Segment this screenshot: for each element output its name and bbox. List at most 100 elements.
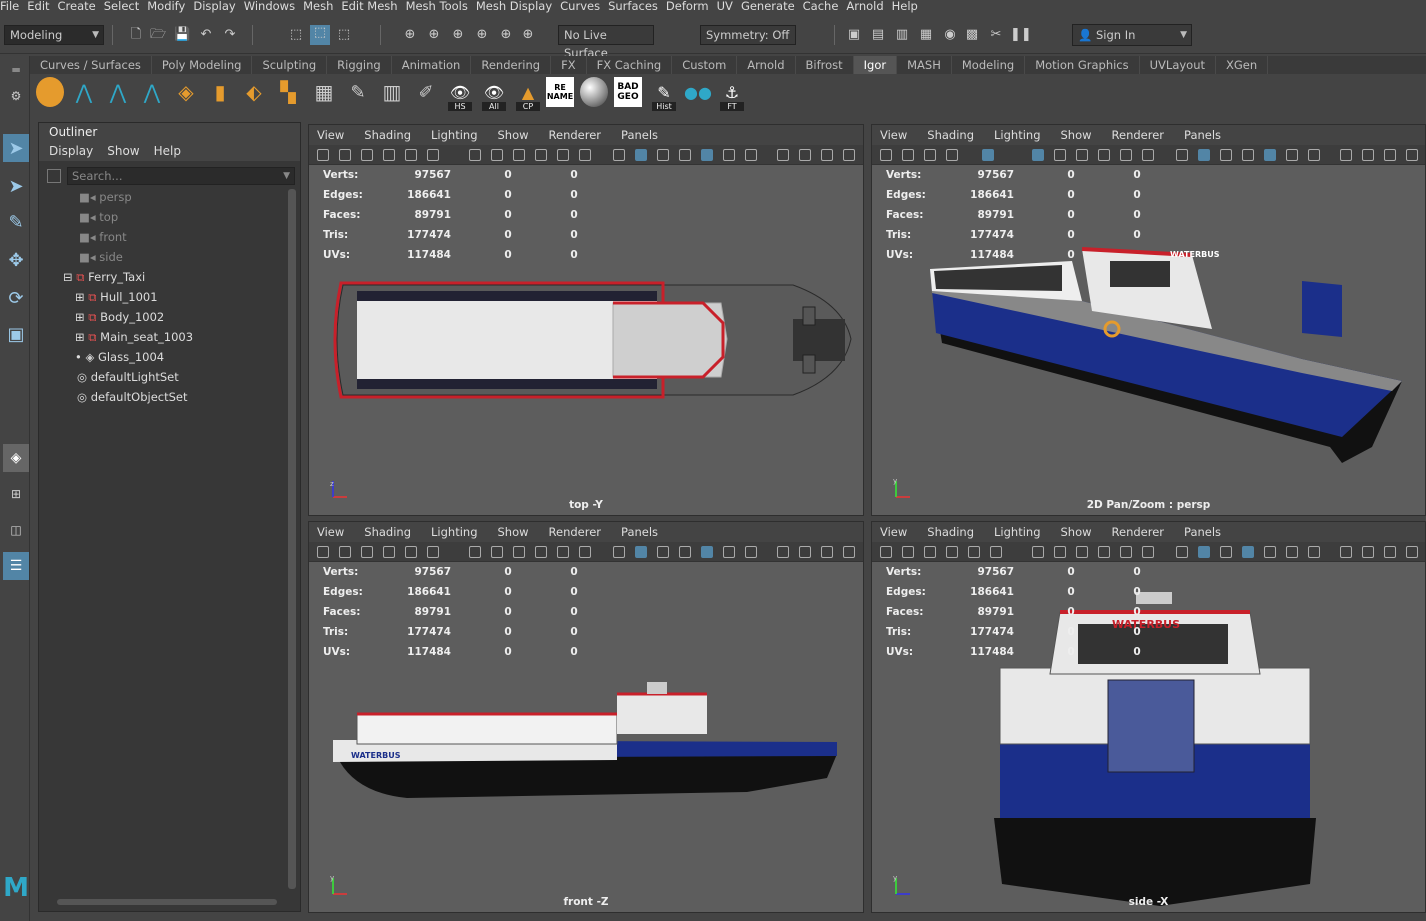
textured-icon[interactable] — [513, 546, 525, 558]
two-view-layout-icon[interactable]: ◫ — [3, 516, 29, 544]
snap-live-icon[interactable]: ⊕ — [520, 27, 536, 43]
tab-modeling[interactable]: Modeling — [952, 56, 1026, 74]
snap-curve-icon[interactable]: ⊕ — [426, 27, 442, 43]
render-sequence-icon[interactable]: ▤ — [870, 27, 886, 43]
outliner-horizontal-scrollbar[interactable] — [57, 899, 277, 905]
menu-file[interactable]: File — [0, 0, 27, 14]
ssao-icon[interactable] — [777, 149, 789, 161]
film-gate-icon[interactable] — [968, 546, 980, 558]
expand-icon[interactable]: ⊞ — [75, 290, 88, 304]
mode-dropdown[interactable]: Modeling ▼ — [4, 25, 104, 45]
tab-uvlayout[interactable]: UVLayout — [1140, 56, 1217, 74]
hs-eye-icon[interactable]: 👁 HS — [446, 77, 474, 111]
hypershade-icon[interactable]: ◉ — [942, 27, 958, 43]
menu-uv[interactable]: UV — [717, 0, 741, 14]
vp-menu-renderer[interactable]: Renderer — [1112, 125, 1165, 145]
vp-menu-panels[interactable]: Panels — [621, 522, 658, 542]
cp-icon[interactable]: ▲ CP — [514, 77, 542, 111]
camera-attr-icon[interactable] — [880, 149, 892, 161]
resolution-gate-icon[interactable] — [427, 546, 439, 558]
blocks-icon[interactable]: ▚ — [274, 77, 302, 107]
isolate-icon[interactable] — [1176, 546, 1188, 558]
tab-curves-surfaces[interactable]: Curves / Surfaces — [30, 56, 152, 74]
smooth-shade-icon[interactable] — [491, 546, 503, 558]
lights-icon[interactable] — [1098, 149, 1110, 161]
anti-alias-icon[interactable] — [1384, 546, 1396, 558]
expand-toolbar-icon[interactable] — [1406, 546, 1418, 558]
four-view-layout-icon[interactable]: ⊞ — [3, 480, 29, 508]
anti-alias-icon[interactable] — [821, 149, 833, 161]
vp-menu-lighting[interactable]: Lighting — [431, 125, 477, 145]
all-eye-icon[interactable]: 👁 All — [480, 77, 508, 111]
outliner-item-persp[interactable]: ■◂ persp — [79, 187, 132, 207]
collapse-icon[interactable]: ⊟ — [63, 270, 76, 284]
xray-joints-icon[interactable] — [657, 149, 669, 161]
tab-igor[interactable]: Igor — [853, 56, 898, 74]
vp-menu-lighting[interactable]: Lighting — [994, 125, 1040, 145]
wireframe-icon[interactable] — [469, 546, 481, 558]
vp-menu-show[interactable]: Show — [1061, 522, 1092, 542]
motion-blur-icon[interactable] — [1362, 546, 1374, 558]
viewport-persp[interactable]: View Shading Lighting Show Renderer Pane… — [871, 124, 1426, 516]
tab-bifrost[interactable]: Bifrost — [796, 56, 854, 74]
motion-blur-icon[interactable] — [799, 149, 811, 161]
tab-rendering[interactable]: Rendering — [471, 56, 552, 74]
isolate-icon[interactable] — [613, 149, 625, 161]
tab-xgen[interactable]: XGen — [1216, 56, 1269, 74]
smooth-shade-icon[interactable] — [1054, 149, 1066, 161]
default-lighting-icon[interactable] — [1286, 149, 1298, 161]
snap-view-icon[interactable]: ⊕ — [474, 27, 490, 43]
menu-help[interactable]: Help — [892, 0, 926, 14]
tab-fx[interactable]: FX — [551, 56, 587, 74]
hud-icon[interactable] — [745, 546, 757, 558]
backface-icon[interactable] — [679, 546, 691, 558]
ao-icon[interactable] — [579, 149, 591, 161]
wireframe-icon[interactable] — [469, 149, 481, 161]
ao-icon[interactable] — [579, 546, 591, 558]
plane-icon[interactable]: ⬖ — [240, 77, 268, 107]
outliner-item-side[interactable]: ■◂ side — [79, 247, 123, 267]
menu-edit-mesh[interactable]: Edit Mesh — [341, 0, 405, 14]
tab-sculpting[interactable]: Sculpting — [252, 56, 328, 74]
vp-menu-panels[interactable]: Panels — [621, 125, 658, 145]
hud-icon[interactable] — [745, 149, 757, 161]
render-settings-icon[interactable]: ▦ — [918, 27, 934, 43]
menu-create[interactable]: Create — [58, 0, 104, 14]
expand-toolbar-icon[interactable] — [1406, 149, 1418, 161]
outliner-item-hull[interactable]: ⊞ ⧉ Hull_1001 — [75, 287, 158, 307]
xray-joints-icon[interactable] — [1220, 546, 1232, 558]
tab-custom[interactable]: Custom — [672, 56, 738, 74]
tab-poly-modeling[interactable]: Poly Modeling — [152, 56, 253, 74]
ft-icon[interactable]: ⚓ FT — [718, 77, 746, 111]
paint-select-tool-icon[interactable]: ✎ — [3, 208, 29, 236]
rotate-tool-icon[interactable]: ⟳ — [3, 284, 29, 312]
bookmark-icon[interactable] — [902, 149, 914, 161]
menu-generate[interactable]: Generate — [741, 0, 803, 14]
shadows-icon[interactable] — [557, 546, 569, 558]
hud-icon[interactable] — [1308, 149, 1320, 161]
new-scene-icon[interactable]: 🗋 — [128, 27, 144, 43]
columns-icon[interactable]: ▥ — [378, 77, 406, 107]
live-surface-field[interactable]: No Live Surface — [558, 25, 654, 60]
select-object-icon[interactable]: ⬚ — [310, 25, 330, 45]
vp-menu-view[interactable]: View — [880, 522, 907, 542]
ssao-icon[interactable] — [1340, 546, 1352, 558]
image-plane-icon[interactable] — [924, 149, 936, 161]
wireframe-icon[interactable] — [1032, 149, 1044, 161]
vp-menu-shading[interactable]: Shading — [364, 522, 411, 542]
tab-fx-caching[interactable]: FX Caching — [587, 56, 673, 74]
vp-menu-shading[interactable]: Shading — [364, 125, 411, 145]
wireframe-on-shaded-icon[interactable] — [701, 546, 713, 558]
menu-edit[interactable]: Edit — [27, 0, 57, 14]
grid-toggle-icon[interactable] — [946, 546, 958, 558]
move-tool-icon[interactable]: ✥ — [3, 246, 29, 274]
pause-icon[interactable]: ❚❚ — [1010, 27, 1032, 43]
xray-joints-icon[interactable] — [657, 546, 669, 558]
textured-icon[interactable] — [513, 149, 525, 161]
anti-alias-icon[interactable] — [821, 546, 833, 558]
expand-icon[interactable]: ⊞ — [75, 330, 88, 344]
snap-surface-icon[interactable]: ⊕ — [498, 27, 514, 43]
textured-icon[interactable] — [1076, 546, 1088, 558]
outliner-item-default-object-set[interactable]: ◎ defaultObjectSet — [77, 387, 188, 407]
image-plane-icon[interactable] — [361, 149, 373, 161]
